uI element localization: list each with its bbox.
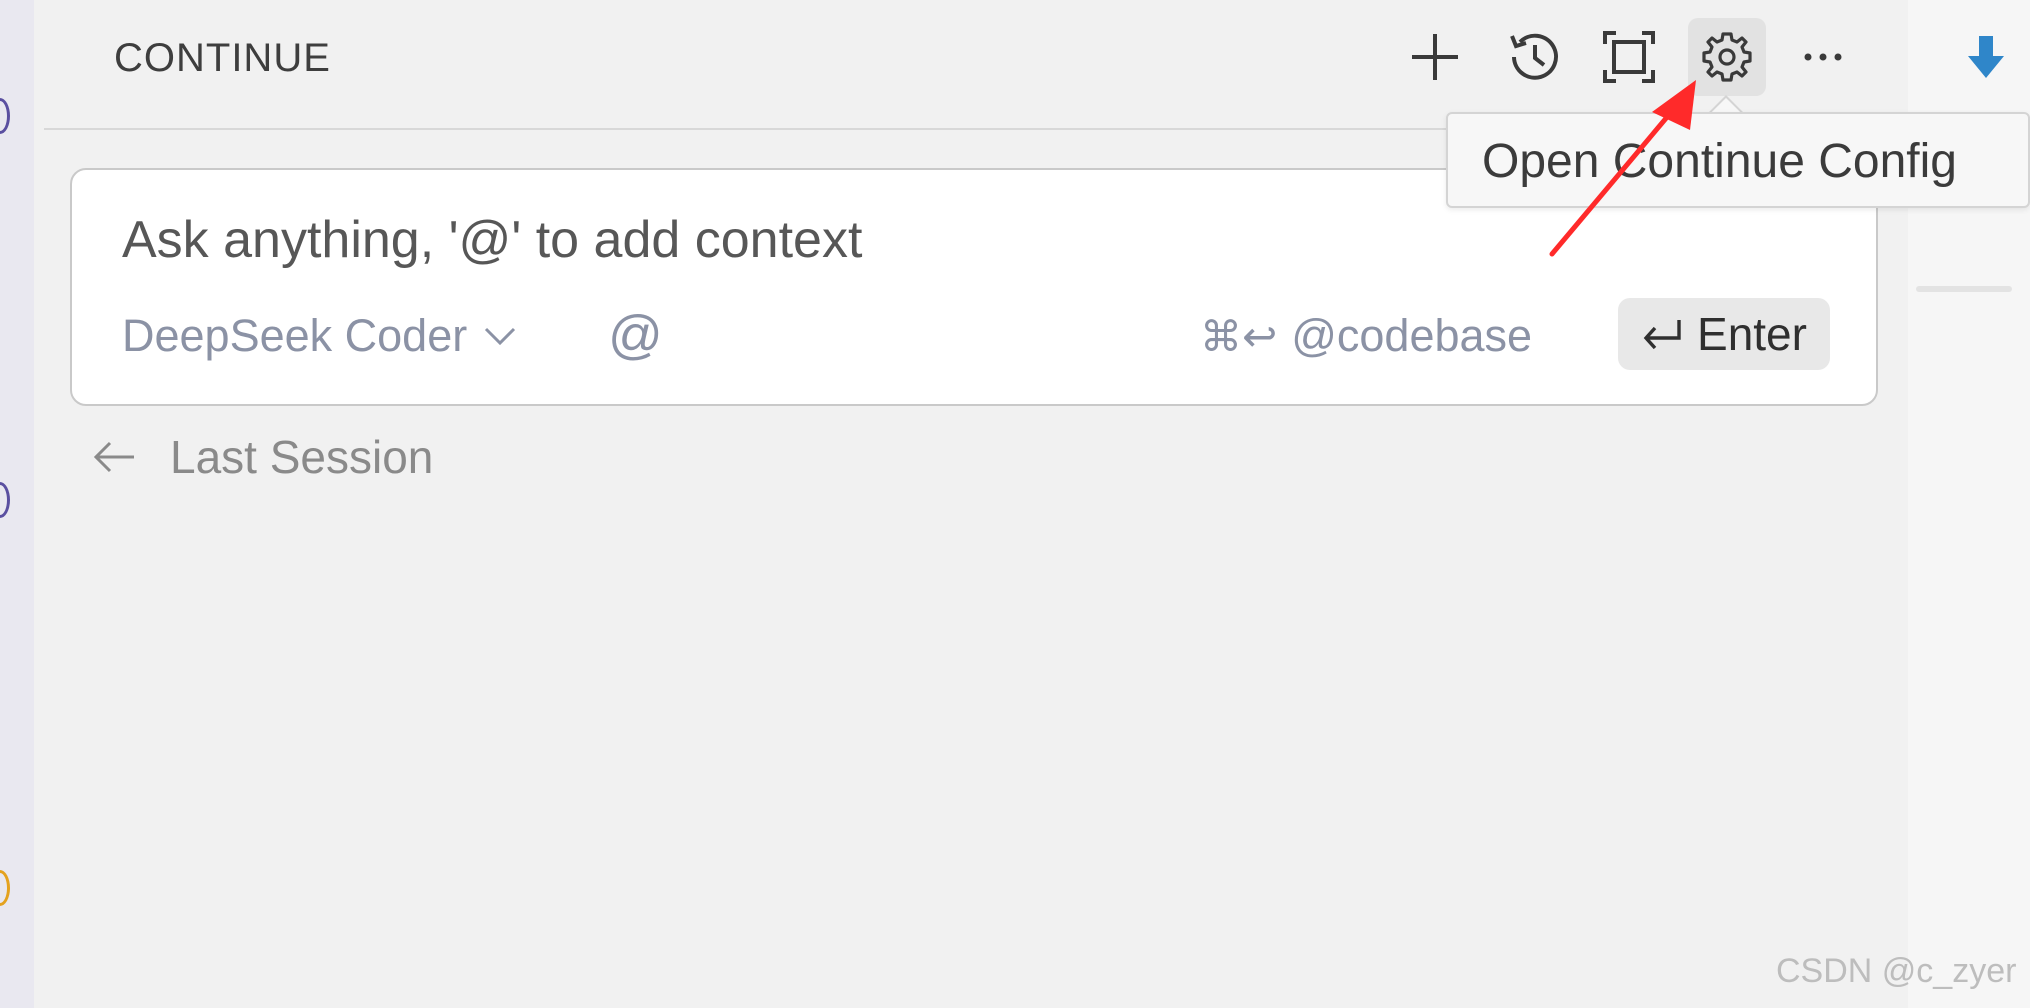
last-session-label: Last Session — [170, 431, 434, 483]
add-context-button[interactable]: @ — [608, 304, 663, 366]
enter-button-label: Enter — [1697, 308, 1807, 360]
history-button[interactable] — [1494, 18, 1572, 96]
fullscreen-button[interactable] — [1590, 18, 1668, 96]
watermark: CSDN @c_zyer — [1776, 952, 2017, 990]
more-button[interactable] — [1784, 18, 1862, 96]
chevron-down-icon — [485, 327, 516, 346]
download-arrow-icon[interactable] — [1966, 30, 2006, 84]
plus-icon — [1412, 34, 1458, 80]
activity-indicator — [0, 98, 10, 134]
more-icon — [1804, 53, 1842, 61]
last-session-link[interactable]: Last Session — [92, 430, 433, 484]
new-session-button[interactable] — [1396, 18, 1474, 96]
gear-icon — [1702, 32, 1752, 82]
tooltip-text: Open Continue Config — [1482, 135, 1957, 188]
fullscreen-icon — [1603, 31, 1655, 83]
arrow-left-icon — [93, 441, 134, 473]
panel-divider — [1916, 286, 2012, 292]
chat-input-placeholder[interactable]: Ask anything, '@' to add context — [122, 210, 862, 270]
activity-indicator — [0, 482, 10, 518]
codebase-shortcut[interactable]: ⌘↩ @codebase — [1200, 310, 1532, 362]
history-icon — [1510, 33, 1558, 80]
activity-bar — [0, 0, 34, 1008]
activity-indicator — [0, 870, 10, 906]
codebase-label: @codebase — [1291, 310, 1533, 361]
panel-title: CONTINUE — [114, 36, 331, 80]
config-tooltip: Open Continue Config — [1446, 112, 2030, 208]
model-selector-label: DeepSeek Coder — [122, 310, 468, 361]
return-icon — [1643, 320, 1681, 350]
enter-button[interactable]: Enter — [1618, 298, 1830, 370]
cmd-enter-symbol: ⌘↩ — [1200, 311, 1278, 361]
model-selector[interactable]: DeepSeek Coder — [122, 310, 517, 362]
open-config-button[interactable] — [1688, 18, 1766, 96]
